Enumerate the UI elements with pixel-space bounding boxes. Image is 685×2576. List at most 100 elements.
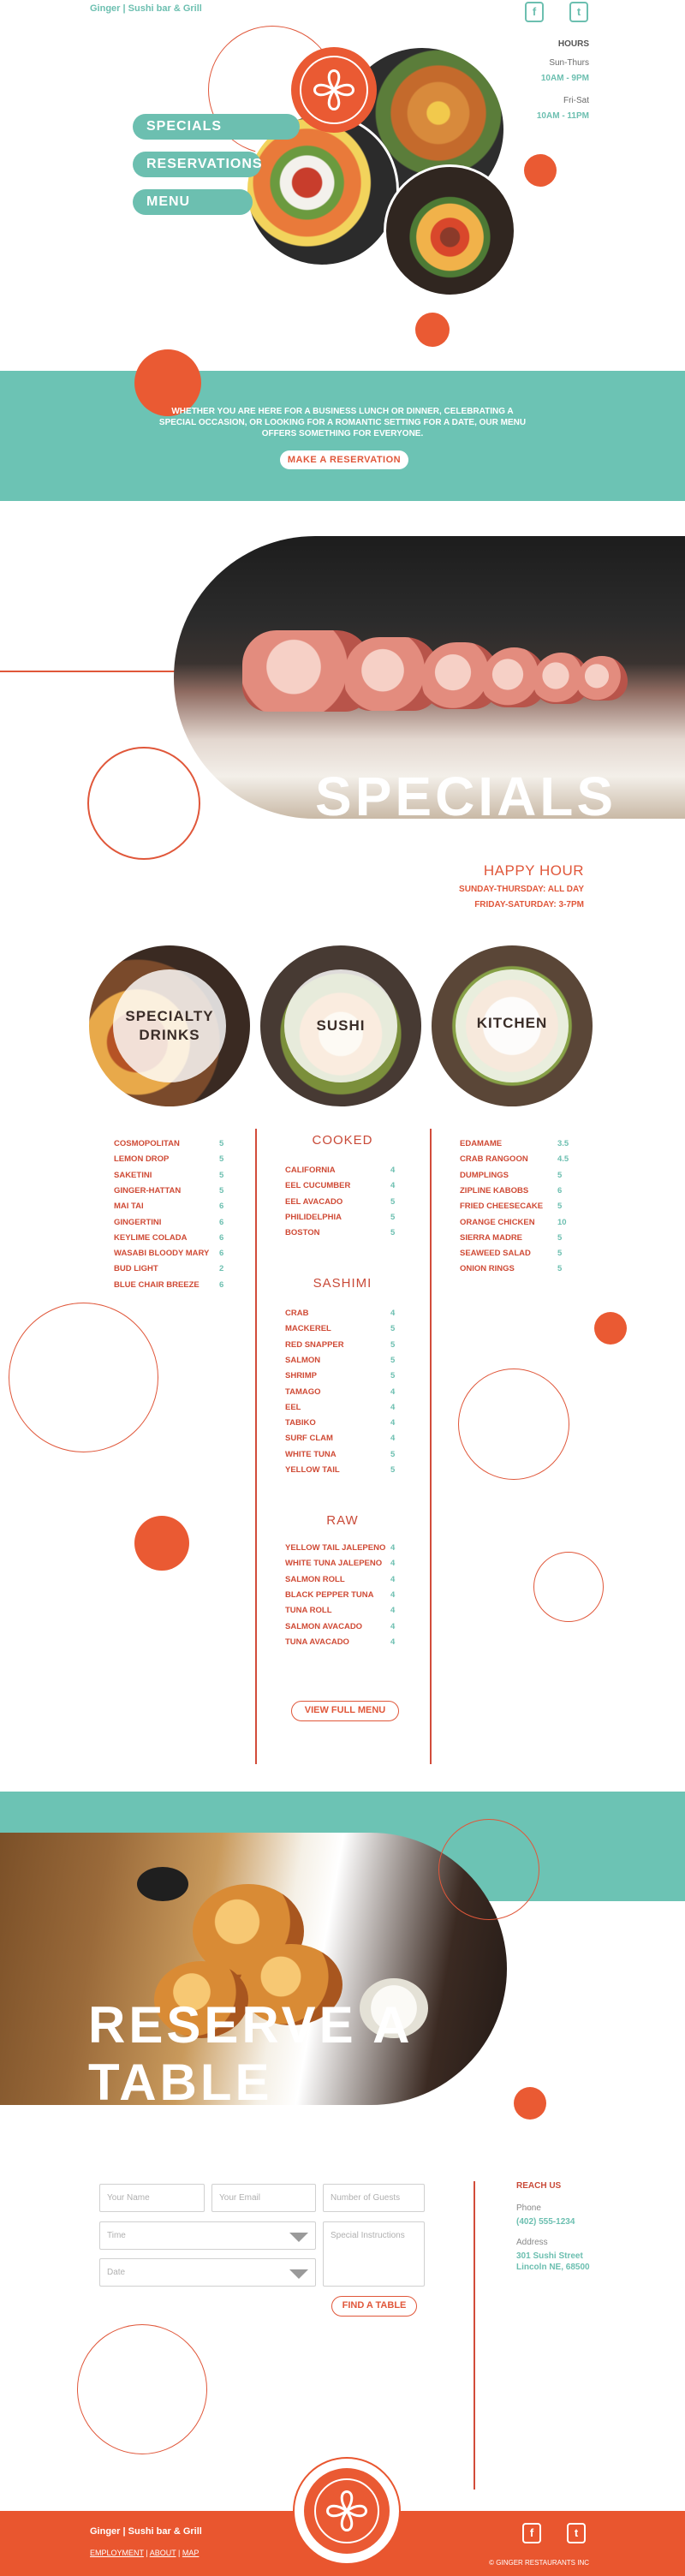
menu-item-price: 4 <box>390 1543 396 1553</box>
category-kitchen[interactable]: KITCHEN <box>432 945 593 1106</box>
instructions-field[interactable]: Special Instructions <box>323 2221 425 2287</box>
menu-item-price: 5 <box>390 1465 396 1475</box>
menu-item-name: WHITE TUNA <box>285 1450 337 1459</box>
menu-item-name: YELLOW TAIL <box>285 1465 340 1475</box>
make-reservation-button[interactable]: MAKE A RESERVATION <box>280 450 408 469</box>
menu-item-name: BLACK PEPPER TUNA <box>285 1590 374 1600</box>
decor-dot <box>415 313 450 347</box>
footer-site-name[interactable]: Ginger | Sushi bar & Grill <box>90 2526 202 2537</box>
menu-item-price: 6 <box>557 1186 563 1196</box>
raw-heading: RAW <box>326 1513 359 1528</box>
site-name[interactable]: Ginger | Sushi bar & Grill <box>90 3 202 14</box>
menu-item-name: ORANGE CHICKEN <box>460 1218 535 1227</box>
address-label: Address <box>516 2238 548 2247</box>
category-drinks[interactable]: SPECIALTY DRINKS <box>89 945 250 1106</box>
footer-link-map[interactable]: MAP <box>182 2549 200 2557</box>
happy-hour-line: FRIDAY-SATURDAY: 3-7PM <box>474 900 584 909</box>
decor-dot <box>514 2087 546 2120</box>
menu-item-name: WHITE TUNA JALEPENO <box>285 1559 383 1568</box>
decor-ring <box>533 1552 604 1622</box>
menu-item-name: MAI TAI <box>114 1202 144 1211</box>
sashimi-heading: SASHIMI <box>313 1276 372 1291</box>
guests-field[interactable]: Number of Guests <box>323 2184 425 2212</box>
name-field[interactable]: Your Name <box>99 2184 205 2212</box>
chevron-down-icon <box>289 2269 308 2279</box>
hours-time: 10AM - 11PM <box>536 111 589 121</box>
footer-link-about[interactable]: ABOUT <box>150 2549 176 2557</box>
divider <box>474 2181 475 2490</box>
menu-item-price: 5 <box>390 1213 396 1222</box>
nav-reservations[interactable]: RESERVATIONS <box>133 152 262 177</box>
menu-item-price: 3.5 <box>557 1139 569 1148</box>
decor-ring <box>9 1303 158 1452</box>
menu-item-price: 5 <box>557 1233 563 1243</box>
date-select[interactable]: Date <box>99 2258 316 2287</box>
phone-label: Phone <box>516 2203 541 2213</box>
decor-dot <box>594 1312 627 1345</box>
decor-ring <box>87 747 200 860</box>
divider <box>255 1129 257 1764</box>
view-full-menu-button[interactable]: VIEW FULL MENU <box>291 1701 399 1721</box>
date-select-value: Date <box>107 2268 126 2277</box>
decor-ring <box>77 2324 207 2454</box>
logo[interactable] <box>291 47 377 133</box>
decor-dot <box>524 154 557 187</box>
menu-item-name: COSMOPOLITAN <box>114 1139 180 1148</box>
hours-days: Sun-Thurs <box>549 58 589 68</box>
hours-title: HOURS <box>557 39 589 49</box>
reach-us-title: REACH US <box>516 2181 562 2191</box>
menu-item-price: 5 <box>390 1324 396 1333</box>
menu-item-price: 4 <box>390 1590 396 1600</box>
menu-item-name: EEL <box>285 1403 301 1412</box>
footer-logo[interactable] <box>293 2457 401 2565</box>
divider <box>0 671 180 672</box>
menu-item-price: 6 <box>219 1280 224 1290</box>
footer-links: EMPLOYMENT | ABOUT | MAP <box>90 2549 200 2557</box>
menu-item-name: CRAB RANGOON <box>460 1154 528 1164</box>
nav-menu[interactable]: MENU <box>133 189 253 215</box>
menu-item-price: 5 <box>219 1171 224 1180</box>
menu-item-name: SAKETINI <box>114 1171 152 1180</box>
facebook-icon[interactable]: f <box>522 2523 541 2543</box>
menu-item-name: TUNA ROLL <box>285 1606 332 1615</box>
menu-item-price: 5 <box>219 1139 224 1148</box>
menu-item-price: 5 <box>557 1249 563 1258</box>
time-select-value: Time <box>107 2231 126 2240</box>
facebook-icon[interactable]: f <box>525 2 544 22</box>
menu-item-name: TABIKO <box>285 1418 316 1428</box>
phone-value[interactable]: (402) 555-1234 <box>516 2217 575 2227</box>
menu-item-price: 4 <box>390 1434 396 1443</box>
menu-item-price: 5 <box>390 1450 396 1459</box>
menu-item-name: WASABI BLOODY MARY <box>114 1249 210 1258</box>
menu-item-price: 5 <box>390 1228 396 1237</box>
specials-title: SPECIALS <box>315 766 617 827</box>
menu-item-name: SALMON AVACADO <box>285 1622 363 1631</box>
happy-hour-title: HAPPY HOUR <box>483 862 584 879</box>
find-table-button[interactable]: FIND A TABLE <box>331 2296 417 2317</box>
menu-item-name: EDAMAME <box>460 1139 503 1148</box>
menu-item-name: SALMON <box>285 1356 321 1365</box>
menu-item-name: BUD LIGHT <box>114 1264 158 1273</box>
intro-text: WHETHER YOU ARE HERE FOR A BUSINESS LUNC… <box>158 407 527 438</box>
menu-item-name: ONION RINGS <box>460 1264 515 1273</box>
time-select[interactable]: Time <box>99 2221 316 2250</box>
twitter-icon[interactable]: t <box>569 2 588 22</box>
menu-item-name: RED SNAPPER <box>285 1340 344 1350</box>
menu-item-name: YELLOW TAIL JALEPENO <box>285 1543 386 1553</box>
category-sushi[interactable]: SUSHI <box>260 945 421 1106</box>
menu-item-price: 5 <box>557 1202 563 1211</box>
menu-item-price: 4 <box>390 1622 396 1631</box>
menu-item-price: 5 <box>390 1197 396 1207</box>
logo-icon <box>313 69 354 110</box>
email-field[interactable]: Your Email <box>211 2184 316 2212</box>
menu-item-name: GINGER-HATTAN <box>114 1186 182 1196</box>
menu-item-price: 5 <box>390 1371 396 1380</box>
twitter-icon[interactable]: t <box>567 2523 586 2543</box>
nav-specials[interactable]: SPECIALS <box>133 114 300 140</box>
menu-item-price: 6 <box>219 1218 224 1227</box>
menu-item-name: EEL AVACADO <box>285 1197 343 1207</box>
footer-link-employment[interactable]: EMPLOYMENT <box>90 2549 144 2557</box>
menu-item-price: 4 <box>390 1387 396 1397</box>
menu-item-price: 6 <box>219 1233 224 1243</box>
menu-item-name: GINGERTINI <box>114 1218 162 1227</box>
